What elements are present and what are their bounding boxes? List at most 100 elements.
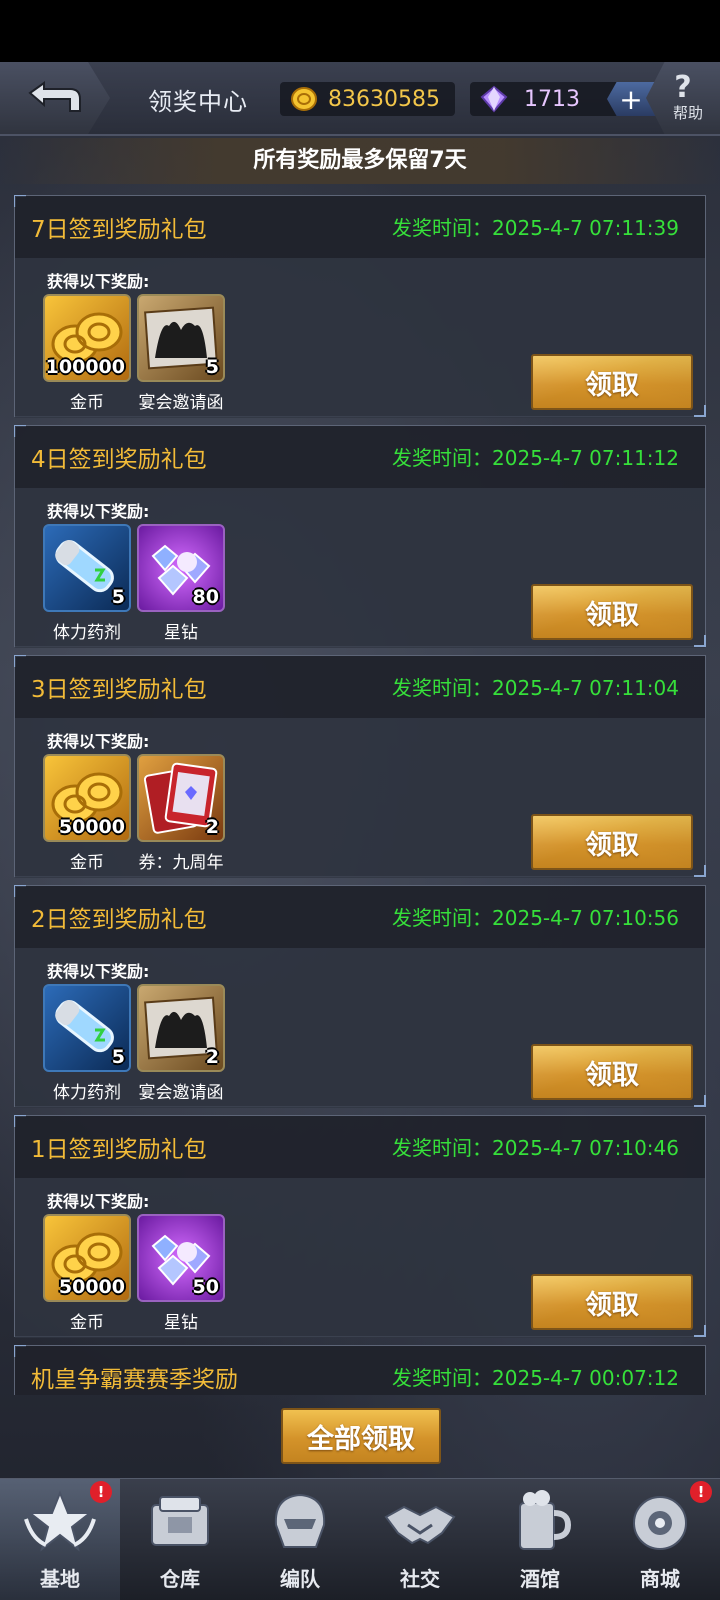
reward-title: 机皇争霸赛赛季奖励: [31, 1367, 238, 1393]
nav-item-tavern[interactable]: 酒馆: [480, 1479, 600, 1600]
star-diamond-icon: 50: [137, 1214, 225, 1302]
coin-counter: 83630585: [280, 82, 455, 116]
shop-orb-icon: [633, 1496, 687, 1550]
gain-label: 获得以下奖励:: [47, 1192, 150, 1211]
reward-item[interactable]: 50000 金币: [43, 1214, 131, 1333]
reward-item[interactable]: 80 星钻: [137, 524, 225, 643]
tavern-mug-icon: [519, 1490, 572, 1550]
stamina-potion-icon: 5: [43, 524, 131, 612]
reward-item[interactable]: 5 宴会邀请函: [137, 294, 225, 413]
base-star-icon: [24, 1490, 96, 1552]
nav-item-shop[interactable]: 商城 !: [600, 1479, 720, 1600]
claim-button[interactable]: 领取: [531, 584, 693, 640]
nav-item-base[interactable]: 基地 !: [0, 1479, 120, 1600]
gold-coins-icon: 100000: [43, 294, 131, 382]
back-button[interactable]: [0, 62, 110, 134]
gain-label: 获得以下奖励:: [47, 272, 150, 291]
gain-label: 获得以下奖励:: [47, 732, 150, 751]
reward-item[interactable]: 5 体力药剂: [43, 984, 131, 1103]
nav-label: 商城: [640, 1567, 680, 1591]
item-count: 2: [205, 1046, 219, 1068]
gem-counter: 1713 +: [470, 82, 655, 116]
reward-time: 发奖时间：2025-4-7 07:11:39: [392, 216, 679, 240]
coin-value: 83630585: [328, 86, 440, 112]
claim-button[interactable]: 领取: [531, 1044, 693, 1100]
help-label: 帮助: [672, 103, 703, 122]
question-icon: ?: [674, 69, 692, 105]
reward-card: 2日签到奖励礼包 发奖时间：2025-4-7 07:10:56 获得以下奖励: …: [14, 885, 706, 1108]
item-name: 宴会邀请函: [138, 1083, 224, 1103]
item-count: 80: [192, 586, 219, 608]
nav-label: 社交: [400, 1567, 440, 1591]
reward-card-body: 获得以下奖励: 50000 金币 2 券：九周年 领取: [15, 718, 705, 878]
item-count: 50: [192, 1276, 219, 1298]
claim-button[interactable]: 领取: [531, 354, 693, 410]
reward-item[interactable]: 100000 金币: [43, 294, 131, 413]
claim-all-button[interactable]: 全部领取: [281, 1408, 441, 1464]
claim-button[interactable]: 领取: [531, 1274, 693, 1330]
reward-list[interactable]: 7日签到奖励礼包 发奖时间：2025-4-7 07:11:39 获得以下奖励: …: [14, 195, 706, 1395]
reward-card: 7日签到奖励礼包 发奖时间：2025-4-7 07:11:39 获得以下奖励: …: [14, 195, 706, 418]
item-name: 星钻: [164, 1313, 198, 1333]
gem-value: 1713: [524, 86, 580, 112]
reward-time: 发奖时间：2025-4-7 07:11:04: [392, 676, 679, 700]
gain-label: 获得以下奖励:: [47, 502, 150, 521]
reward-item[interactable]: 2 宴会邀请函: [137, 984, 225, 1103]
reward-time: 发奖时间：2025-4-7 07:10:46: [392, 1136, 679, 1160]
reward-card: 机皇争霸赛赛季奖励 发奖时间：2025-4-7 00:07:12: [14, 1345, 706, 1395]
item-name: 体力药剂: [53, 1083, 121, 1103]
reward-title: 4日签到奖励礼包: [31, 447, 207, 473]
nav-item-team[interactable]: 编队: [240, 1479, 360, 1600]
item-name: 券：九周年: [138, 853, 224, 873]
reward-card: 3日签到奖励礼包 发奖时间：2025-4-7 07:11:04 获得以下奖励: …: [14, 655, 706, 878]
reward-card-header: 7日签到奖励礼包 发奖时间：2025-4-7 07:11:39: [15, 196, 705, 258]
header-bar: 领奖中心 83630585 1713 + ? 帮助: [0, 62, 720, 136]
nav-label: 酒馆: [520, 1567, 560, 1591]
item-name: 金币: [70, 393, 104, 413]
item-count: 5: [111, 586, 125, 608]
retention-notice: 所有奖励最多保留7天: [0, 138, 720, 184]
item-name: 宴会邀请函: [138, 393, 224, 413]
reward-time: 发奖时间：2025-4-7 07:10:56: [392, 906, 679, 930]
reward-item[interactable]: 50000 金币: [43, 754, 131, 873]
reward-card-header: 1日签到奖励礼包 发奖时间：2025-4-7 07:10:46: [15, 1116, 705, 1178]
invitation-card-icon: 5: [137, 294, 225, 382]
nav-label: 基地: [40, 1567, 80, 1591]
page-title: 领奖中心: [148, 88, 248, 116]
nav-label: 编队: [280, 1567, 320, 1591]
reward-title: 2日签到奖励礼包: [31, 907, 207, 933]
reward-title: 1日签到奖励礼包: [31, 1137, 207, 1163]
reward-time: 发奖时间：2025-4-7 07:11:12: [392, 446, 679, 470]
reward-card-body: 获得以下奖励: 5 体力药剂 80 星钻 领取: [15, 488, 705, 648]
nav-item-social[interactable]: 社交: [360, 1479, 480, 1600]
alert-badge: !: [90, 1481, 112, 1503]
claim-button[interactable]: 领取: [531, 814, 693, 870]
item-count: 100000: [45, 356, 125, 378]
handshake-icon: [384, 1505, 456, 1545]
star-diamond-icon: 80: [137, 524, 225, 612]
reward-item[interactable]: 2 券：九周年: [137, 754, 225, 873]
item-count: 50000: [58, 816, 125, 838]
reward-title: 3日签到奖励礼包: [31, 677, 207, 703]
reward-card-header: 4日签到奖励礼包 发奖时间：2025-4-7 07:11:12: [15, 426, 705, 488]
item-name: 金币: [70, 1313, 104, 1333]
nav-label: 仓库: [160, 1567, 200, 1591]
reward-card-header: 2日签到奖励礼包 发奖时间：2025-4-7 07:10:56: [15, 886, 705, 948]
item-count: 50000: [58, 1276, 125, 1298]
coin-icon: [291, 87, 317, 111]
ticket-card-icon: 2: [137, 754, 225, 842]
help-button[interactable]: ? 帮助: [646, 62, 720, 134]
gold-coins-icon: 50000: [43, 754, 131, 842]
reward-card-body: 获得以下奖励: 50000 金币 50 星钻 领取: [15, 1178, 705, 1338]
reward-item[interactable]: 50 星钻: [137, 1214, 225, 1333]
reward-card-body: 获得以下奖励: 5 体力药剂 2 宴会邀请函 领取: [15, 948, 705, 1108]
reward-card-header: 机皇争霸赛赛季奖励 发奖时间：2025-4-7 00:07:12: [15, 1346, 705, 1395]
nav-item-warehouse[interactable]: 仓库: [120, 1479, 240, 1600]
reward-item[interactable]: 5 体力药剂: [43, 524, 131, 643]
item-name: 金币: [70, 853, 104, 873]
reward-card: 4日签到奖励礼包 发奖时间：2025-4-7 07:11:12 获得以下奖励: …: [14, 425, 706, 648]
robot-helmet-icon: [274, 1493, 326, 1548]
reward-card-header: 3日签到奖励礼包 发奖时间：2025-4-7 07:11:04: [15, 656, 705, 718]
status-bar: [0, 0, 720, 62]
bottom-nav: 基地 ! 仓库 编队 社交 酒馆 商城 !: [0, 1478, 720, 1600]
